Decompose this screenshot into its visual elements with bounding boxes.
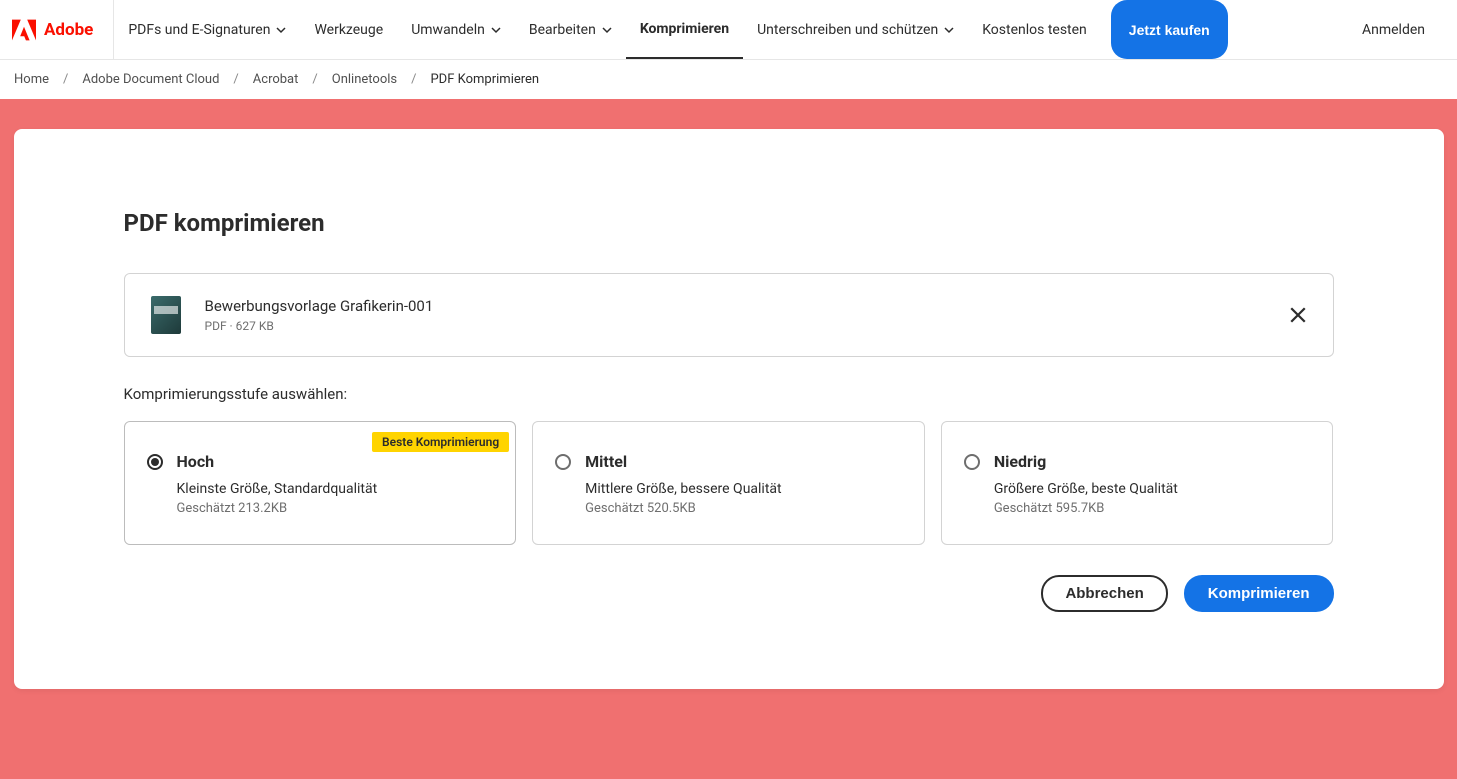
nav-label: Umwandeln: [411, 22, 485, 38]
nav-label: Werkzeuge: [314, 22, 383, 38]
breadcrumb-separator: /: [233, 72, 238, 87]
chevron-down-icon: [944, 25, 954, 35]
login-link[interactable]: Anmelden: [1344, 22, 1443, 38]
option-description: Kleinste Größe, Standardqualität: [177, 481, 494, 497]
cancel-button[interactable]: Abbrechen: [1041, 575, 1167, 612]
brand-name: Adobe: [44, 20, 93, 40]
nav-items: PDFs und E-Signaturen Werkzeuge Umwandel…: [114, 0, 1227, 59]
option-title: Hoch: [177, 452, 494, 471]
option-description: Größere Größe, beste Qualität: [994, 481, 1311, 497]
chevron-down-icon: [276, 25, 286, 35]
nav-umwandeln[interactable]: Umwandeln: [397, 0, 515, 59]
radio-icon: [147, 454, 163, 470]
nav-unterschreiben[interactable]: Unterschreiben und schützen: [743, 0, 968, 59]
radio-icon: [555, 454, 571, 470]
page-title: PDF komprimieren: [124, 209, 1334, 237]
nav-werkzeuge[interactable]: Werkzeuge: [300, 0, 397, 59]
nav-pdfs-esignatures[interactable]: PDFs und E-Signaturen: [114, 0, 300, 59]
nav-label: Kostenlos testen: [982, 22, 1087, 38]
compression-options: Beste Komprimierung Hoch Kleinste Größe,…: [124, 421, 1334, 545]
radio-icon: [964, 454, 980, 470]
option-niedrig[interactable]: Niedrig Größere Größe, beste Qualität Ge…: [941, 421, 1334, 545]
buy-now-button[interactable]: Jetzt kaufen: [1111, 0, 1228, 59]
adobe-logo-icon: [12, 18, 36, 42]
breadcrumb-acrobat[interactable]: Acrobat: [253, 72, 299, 87]
breadcrumb-separator: /: [312, 72, 317, 87]
best-compression-badge: Beste Komprimierung: [372, 432, 509, 452]
nav-label: PDFs und E-Signaturen: [128, 22, 270, 38]
action-buttons: Abbrechen Komprimieren: [124, 575, 1334, 612]
remove-file-icon[interactable]: [1289, 306, 1307, 324]
file-thumbnail: [151, 296, 181, 334]
nav-komprimieren[interactable]: Komprimieren: [626, 0, 743, 59]
option-mittel[interactable]: Mittel Mittlere Größe, bessere Qualität …: [532, 421, 925, 545]
breadcrumb-separator: /: [63, 72, 68, 87]
top-nav: Adobe PDFs und E-Signaturen Werkzeuge Um…: [0, 0, 1457, 60]
main-card: PDF komprimieren Bewerbungsvorlage Grafi…: [14, 129, 1444, 689]
option-estimate: Geschätzt 213.2KB: [177, 501, 494, 516]
option-title: Mittel: [585, 452, 902, 471]
option-title: Niedrig: [994, 452, 1311, 471]
breadcrumb-home[interactable]: Home: [14, 72, 49, 87]
breadcrumb-current: PDF Komprimieren: [430, 72, 539, 87]
file-info: Bewerbungsvorlage Grafikerin-001 PDF · 6…: [205, 297, 1265, 333]
brand-logo[interactable]: Adobe: [0, 0, 114, 59]
chevron-down-icon: [491, 25, 501, 35]
compress-button[interactable]: Komprimieren: [1184, 575, 1334, 612]
option-estimate: Geschätzt 595.7KB: [994, 501, 1311, 516]
option-hoch[interactable]: Beste Komprimierung Hoch Kleinste Größe,…: [124, 421, 517, 545]
compression-level-label: Komprimierungsstufe auswählen:: [124, 385, 1334, 403]
content-band: PDF komprimieren Bewerbungsvorlage Grafi…: [0, 99, 1457, 779]
file-box: Bewerbungsvorlage Grafikerin-001 PDF · 6…: [124, 273, 1334, 357]
breadcrumb-separator: /: [411, 72, 416, 87]
file-meta: PDF · 627 KB: [205, 319, 1265, 333]
option-description: Mittlere Größe, bessere Qualität: [585, 481, 902, 497]
breadcrumb-document-cloud[interactable]: Adobe Document Cloud: [82, 72, 219, 87]
breadcrumb: Home / Adobe Document Cloud / Acrobat / …: [0, 60, 1457, 99]
nav-kostenlos-testen[interactable]: Kostenlos testen: [968, 0, 1101, 59]
nav-label: Komprimieren: [640, 21, 729, 37]
nav-bearbeiten[interactable]: Bearbeiten: [515, 0, 626, 59]
chevron-down-icon: [602, 25, 612, 35]
nav-label: Bearbeiten: [529, 22, 596, 38]
breadcrumb-onlinetools[interactable]: Onlinetools: [332, 72, 397, 87]
option-estimate: Geschätzt 520.5KB: [585, 501, 902, 516]
nav-label: Unterschreiben und schützen: [757, 22, 938, 38]
file-name: Bewerbungsvorlage Grafikerin-001: [205, 297, 1265, 315]
